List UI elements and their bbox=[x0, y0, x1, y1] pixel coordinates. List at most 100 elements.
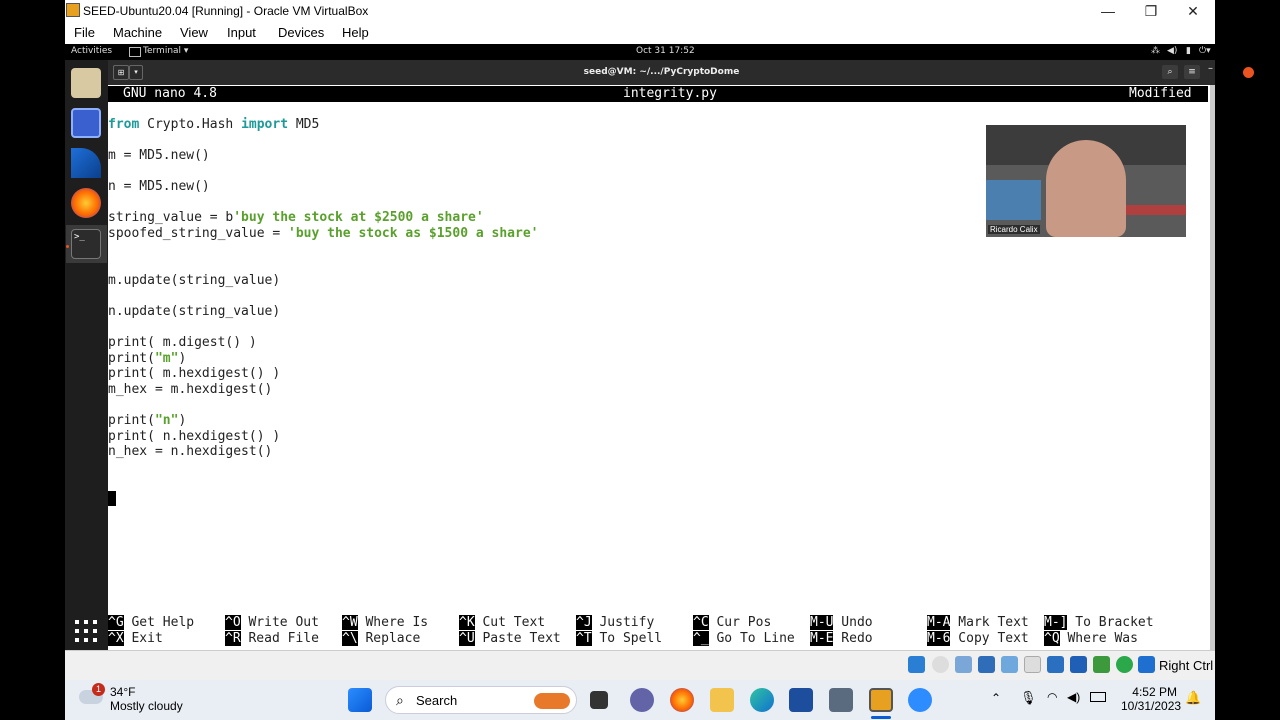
cpu-status-icon[interactable] bbox=[1093, 656, 1110, 673]
code-line[interactable]: m_hex = m.hexdigest() bbox=[108, 382, 272, 398]
shortcut-key: M-A bbox=[927, 615, 951, 630]
search-icon[interactable]: ⌕ bbox=[1162, 65, 1178, 79]
shortcut-key: ^K bbox=[459, 615, 475, 630]
window-title: SEED-Ubuntu20.04 [Running] - Oracle VM V… bbox=[83, 4, 369, 18]
taskbar-time[interactable]: 4:52 PM bbox=[1132, 685, 1177, 699]
shortcut-label: Where Was bbox=[1059, 630, 1138, 646]
optical-drive-icon[interactable] bbox=[932, 656, 949, 673]
code-line[interactable]: n = MD5.new() bbox=[108, 179, 210, 195]
webcam-overlay: Ricardo Calix bbox=[986, 125, 1186, 237]
code-line[interactable]: print("m") bbox=[108, 351, 186, 367]
code-text: n = MD5.new() bbox=[108, 178, 210, 194]
firefox-taskbar-icon[interactable] bbox=[670, 688, 694, 712]
code-line[interactable]: print( m.hexdigest() ) bbox=[108, 366, 280, 382]
shortcut-label: To Bracket bbox=[1067, 615, 1154, 630]
activities-button[interactable]: Activities bbox=[71, 46, 112, 56]
app-menu[interactable]: Terminal ▾ bbox=[143, 46, 188, 56]
battery-icon[interactable]: ▮ bbox=[1186, 46, 1191, 56]
shortcut-key: ^W bbox=[342, 615, 358, 630]
menu-view[interactable]: View bbox=[180, 25, 208, 40]
code-line[interactable]: m = MD5.new() bbox=[108, 148, 210, 164]
screenshot-icon[interactable] bbox=[71, 108, 101, 138]
keyboard-capture-icon[interactable] bbox=[1138, 656, 1155, 673]
minimize-button[interactable]: — bbox=[1086, 0, 1130, 22]
windows-start-icon[interactable] bbox=[348, 688, 372, 712]
shortcut-label: Write Out bbox=[240, 615, 319, 630]
store-icon[interactable] bbox=[789, 688, 813, 712]
show-hidden-icons-chevron-icon[interactable]: ⌃ bbox=[991, 691, 1001, 705]
show-applications-icon[interactable] bbox=[75, 620, 97, 642]
code-line[interactable]: print("n") bbox=[108, 413, 186, 429]
text-cursor bbox=[108, 491, 116, 506]
network-status-icon[interactable] bbox=[978, 656, 995, 673]
shortcut-key: M-U bbox=[810, 615, 834, 630]
code-string: "n" bbox=[154, 412, 179, 428]
code-line[interactable]: string_value = b'buy the stock at $2500 … bbox=[108, 210, 484, 226]
gnome-clock[interactable]: Oct 31 17:52 bbox=[636, 46, 695, 56]
edge-icon[interactable] bbox=[750, 688, 774, 712]
virtualbox-icon bbox=[66, 3, 80, 17]
code-line[interactable]: n_hex = n.hexdigest() bbox=[108, 444, 272, 460]
weather-description[interactable]: Mostly cloudy bbox=[110, 699, 183, 713]
terminal-scrollbar[interactable] bbox=[1210, 85, 1215, 650]
display-status-icon[interactable] bbox=[1047, 656, 1064, 673]
shortcut-item: ^U Paste Text bbox=[459, 630, 561, 647]
shortcut-item: ^X Exit bbox=[108, 630, 163, 647]
code-line[interactable]: from Crypto.Hash import MD5 bbox=[108, 117, 319, 133]
menu-input[interactable]: Input bbox=[227, 25, 256, 40]
code-text: spoofed_string_value = bbox=[108, 225, 289, 241]
shortcut-key: ^O bbox=[225, 615, 241, 630]
code-text: m.update(string_value) bbox=[108, 272, 281, 288]
restore-button[interactable]: ❐ bbox=[1129, 0, 1173, 22]
nano-title-bar: GNU nano 4.8 integrity.py Modified bbox=[108, 86, 1208, 102]
recording-status-icon[interactable] bbox=[1070, 656, 1087, 673]
system-menu-icon[interactable]: ⏻▾ bbox=[1199, 46, 1211, 56]
shortcut-key: ^C bbox=[693, 615, 709, 630]
notifications-icon[interactable]: 🔔 bbox=[1185, 690, 1201, 706]
taskbar-search-box[interactable]: ⌕ Search bbox=[385, 686, 577, 714]
microphone-icon[interactable]: 🎙 bbox=[1020, 690, 1037, 706]
code-text: n_hex = n.hexdigest() bbox=[108, 444, 273, 460]
battery-taskbar-icon[interactable] bbox=[1090, 692, 1106, 702]
zoom-icon[interactable] bbox=[908, 688, 932, 712]
menu-help[interactable]: Help bbox=[342, 25, 369, 40]
usb-status-icon[interactable] bbox=[1001, 656, 1018, 673]
shared-folders-icon[interactable] bbox=[1024, 656, 1041, 673]
firefox-icon[interactable] bbox=[71, 188, 101, 218]
code-line[interactable]: m.update(string_value) bbox=[108, 273, 280, 289]
close-terminal-icon[interactable] bbox=[1243, 67, 1254, 78]
menu-machine[interactable]: Machine bbox=[113, 25, 162, 40]
code-text: n.update(string_value) bbox=[108, 303, 281, 319]
wireshark-icon[interactable] bbox=[71, 148, 101, 178]
code-text: m = MD5.new() bbox=[108, 147, 210, 163]
mouse-integration-icon[interactable] bbox=[1116, 656, 1133, 673]
hamburger-menu-icon[interactable]: ≡ bbox=[1184, 65, 1200, 79]
close-button[interactable]: ✕ bbox=[1171, 0, 1215, 22]
weather-temperature[interactable]: 34°F bbox=[110, 685, 135, 699]
menu-devices[interactable]: Devices bbox=[278, 25, 324, 40]
hdd-status-icon[interactable] bbox=[908, 656, 925, 673]
task-view-icon[interactable] bbox=[590, 691, 608, 709]
vm-window-taskbar-icon[interactable] bbox=[869, 688, 893, 712]
menu-file[interactable]: File bbox=[74, 25, 95, 40]
wifi-icon[interactable]: ◠ bbox=[1047, 690, 1057, 704]
audio-status-icon[interactable] bbox=[955, 656, 972, 673]
code-text: ) bbox=[178, 350, 187, 366]
shortcut-label: Paste Text bbox=[474, 630, 561, 646]
code-text: print( bbox=[108, 412, 155, 428]
network-icon[interactable]: ⁂ bbox=[1151, 46, 1160, 56]
webcam-monitor bbox=[986, 180, 1041, 220]
teams-icon[interactable] bbox=[630, 688, 654, 712]
taskbar-date[interactable]: 10/31/2023 bbox=[1121, 699, 1181, 713]
files-icon[interactable] bbox=[71, 68, 101, 98]
minimize-terminal-icon[interactable]: – bbox=[1208, 63, 1213, 74]
speaker-icon[interactable]: ◀) bbox=[1067, 690, 1080, 704]
volume-icon[interactable]: ◀) bbox=[1167, 46, 1177, 56]
code-line[interactable]: spoofed_string_value = 'buy the stock as… bbox=[108, 226, 538, 242]
code-line[interactable]: n.update(string_value) bbox=[108, 304, 280, 320]
virtualbox-taskbar-icon[interactable] bbox=[829, 688, 853, 712]
code-line[interactable]: print( m.digest() ) bbox=[108, 335, 257, 351]
terminal-icon[interactable]: >_ bbox=[71, 229, 101, 259]
code-line[interactable]: print( n.hexdigest() ) bbox=[108, 429, 280, 445]
file-explorer-icon[interactable] bbox=[710, 688, 734, 712]
